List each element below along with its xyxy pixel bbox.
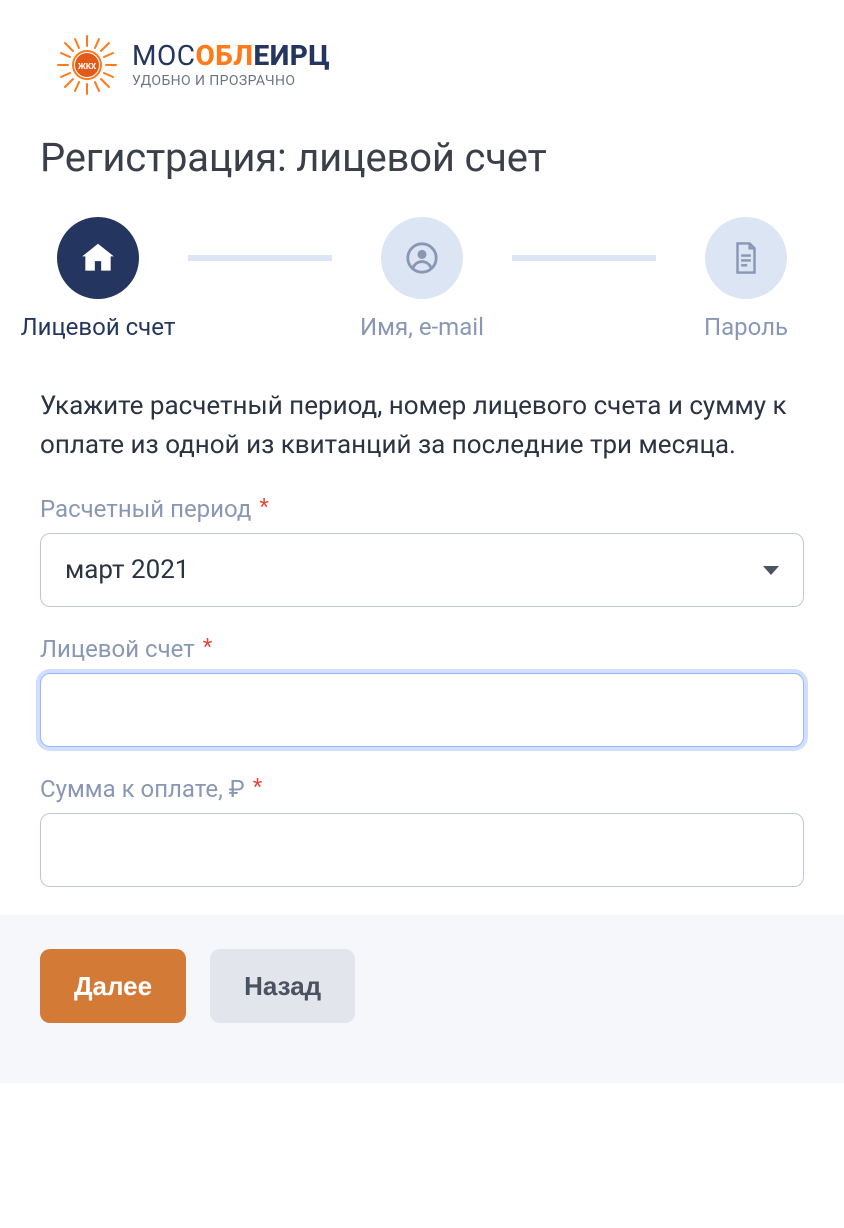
step-password-label: Пароль <box>704 313 788 341</box>
step-account-label: Лицевой счет <box>21 313 176 341</box>
chevron-down-icon <box>763 566 779 575</box>
footer: Далее Назад <box>0 915 844 1083</box>
next-button[interactable]: Далее <box>40 949 186 1023</box>
logo-brand-part1: МОС <box>132 39 195 72</box>
required-mark: * <box>259 497 268 519</box>
account-input[interactable] <box>65 674 779 746</box>
document-icon <box>705 217 787 299</box>
step-line <box>188 255 332 261</box>
period-selected-value: март 2021 <box>65 555 189 585</box>
header: ЖКХ МОСОБЛЕИРЦ УДОБНО И ПРОЗРАЧНО <box>0 0 844 110</box>
period-label: Расчетный период <box>40 495 251 523</box>
field-amount: Сумма к оплате, ₽ * <box>40 775 804 887</box>
logo-brand-accent: ОБЛ <box>195 39 253 72</box>
step-name-email[interactable]: Имя, e-mail <box>332 217 512 341</box>
step-password[interactable]: Пароль <box>656 217 836 341</box>
field-account: Лицевой счет * <box>40 635 804 747</box>
account-label: Лицевой счет <box>40 635 195 663</box>
step-name-email-label: Имя, e-mail <box>360 313 484 341</box>
amount-input-wrap <box>40 813 804 887</box>
step-line <box>512 255 656 261</box>
instructions-text: Укажите расчетный период, номер лицевого… <box>40 387 804 465</box>
account-input-wrap <box>40 673 804 747</box>
logo-subtitle: УДОБНО И ПРОЗРАЧНО <box>132 74 330 89</box>
user-icon <box>381 217 463 299</box>
page-title: Регистрация: лицевой счет <box>40 134 804 181</box>
logo[interactable]: ЖКХ МОСОБЛЕИРЦ УДОБНО И ПРОЗРАЧНО <box>56 34 330 96</box>
home-icon <box>57 217 139 299</box>
stepper: Лицевой счет Имя, e-mail Пароль <box>8 217 836 341</box>
field-period: Расчетный период * март 2021 <box>40 495 804 607</box>
required-mark: * <box>253 777 262 799</box>
back-button[interactable]: Назад <box>210 949 355 1023</box>
logo-sun-icon: ЖКХ <box>56 34 118 96</box>
required-mark: * <box>203 637 212 659</box>
amount-input[interactable] <box>65 814 779 886</box>
svg-text:ЖКХ: ЖКХ <box>78 62 96 71</box>
amount-label: Сумма к оплате, ₽ <box>40 775 245 803</box>
period-select[interactable]: март 2021 <box>40 533 804 607</box>
logo-brand-part2: ЕИРЦ <box>254 39 331 72</box>
logo-text: МОСОБЛЕИРЦ УДОБНО И ПРОЗРАЧНО <box>132 41 330 89</box>
step-account[interactable]: Лицевой счет <box>8 217 188 341</box>
